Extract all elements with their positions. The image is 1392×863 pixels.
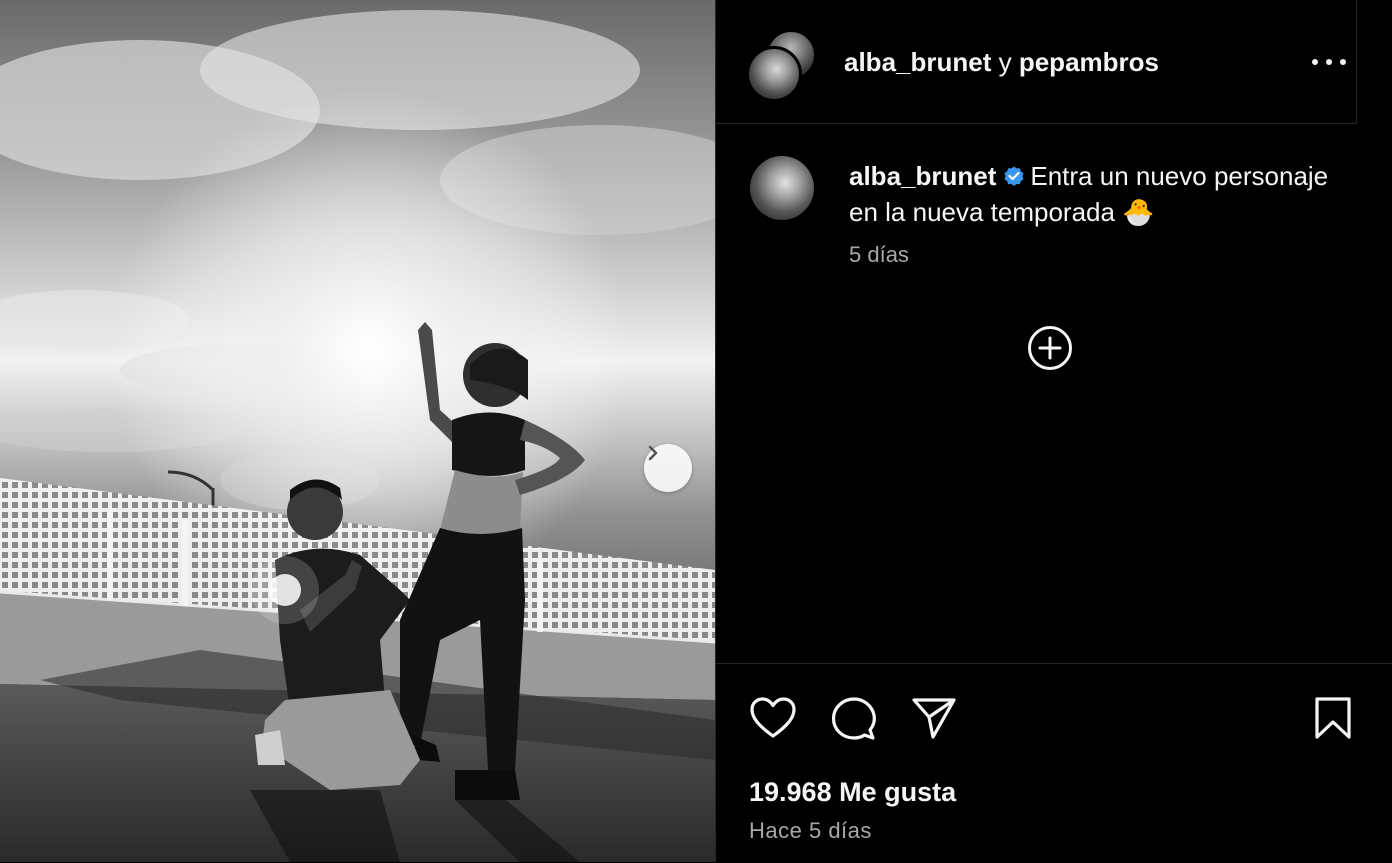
- post-authors: alba_brunet y pepambros: [844, 44, 1159, 80]
- carousel-next-button[interactable]: [644, 444, 692, 492]
- caption-username[interactable]: alba_brunet: [849, 161, 996, 191]
- bookmark-icon: [1315, 697, 1351, 739]
- like-button[interactable]: [749, 696, 797, 745]
- post-header: alba_brunet y pepambros: [716, 0, 1357, 124]
- heart-icon: [750, 697, 796, 738]
- photo-illustration: [0, 0, 715, 862]
- load-more-comments-button[interactable]: [1027, 325, 1073, 371]
- plus-circle-icon: [1028, 326, 1072, 370]
- likes-number: 19.968: [749, 777, 832, 807]
- author-link-pepambros[interactable]: pepambros: [1019, 47, 1159, 77]
- chevron-right-icon: [648, 445, 658, 461]
- caption-timestamp[interactable]: 5 días: [849, 242, 909, 268]
- send-icon: [912, 698, 956, 739]
- authors-conjunction: y: [998, 47, 1012, 77]
- share-button[interactable]: [911, 696, 957, 745]
- post-photo[interactable]: [0, 0, 715, 862]
- save-button[interactable]: [1313, 696, 1353, 745]
- post-timestamp[interactable]: Hace 5 días: [749, 818, 872, 844]
- more-options-button[interactable]: [1312, 52, 1346, 72]
- verified-badge-icon: [1004, 166, 1024, 186]
- caption-avatar[interactable]: [750, 156, 814, 220]
- likes-label: Me gusta: [839, 777, 957, 807]
- post-caption: alba_brunet Entra un nuevo personaje en …: [849, 158, 1339, 230]
- avatar-alba-brunet[interactable]: [746, 46, 802, 102]
- more-dots-icon: [1312, 59, 1318, 65]
- post-detail-panel: alba_brunet y pepambros alba_brunet Entr…: [715, 0, 1392, 862]
- comment-button[interactable]: [830, 696, 878, 747]
- author-link-alba-brunet[interactable]: alba_brunet: [844, 47, 991, 77]
- comment-icon: [831, 697, 876, 740]
- likes-count[interactable]: 19.968 Me gusta: [749, 777, 956, 808]
- post-actions-section: 19.968 Me gusta Hace 5 días: [716, 663, 1392, 863]
